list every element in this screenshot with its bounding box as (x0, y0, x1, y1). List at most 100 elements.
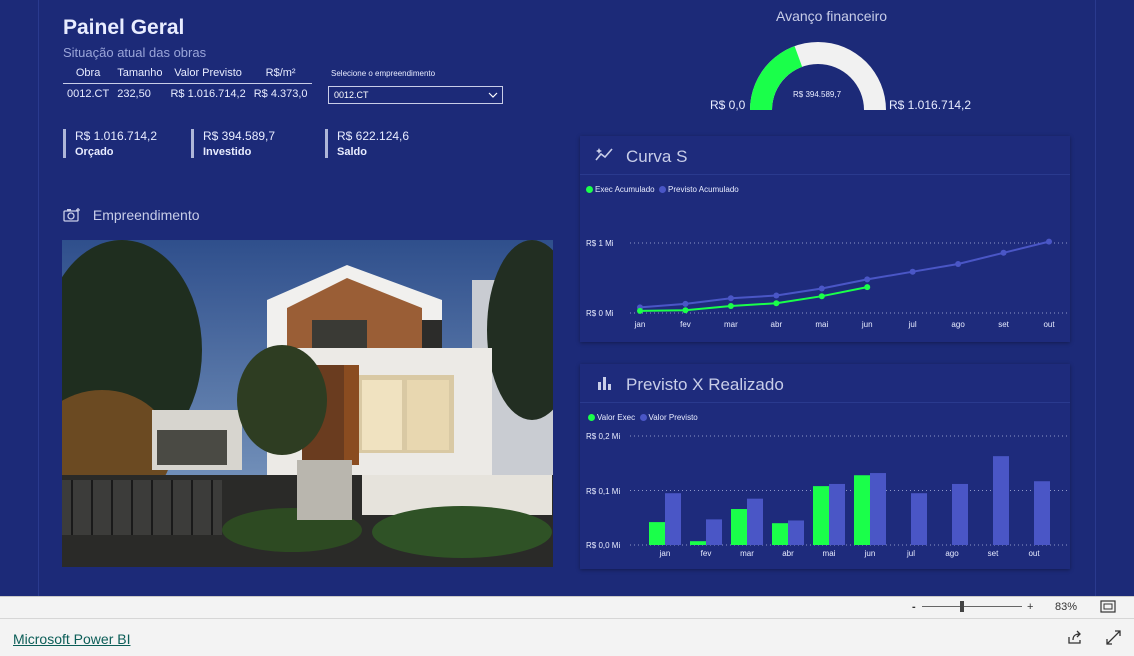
data-point (773, 292, 780, 299)
share-icon[interactable] (1067, 630, 1083, 650)
zoom-slider-handle[interactable] (960, 601, 964, 612)
canvas-left-border (38, 0, 39, 596)
col-header-valor-previsto: Valor Previsto (166, 67, 250, 84)
gauge-max-label: R$ 1.016.714,2 (889, 98, 972, 112)
selector-label: Selecione o empreendimento (331, 69, 436, 78)
gauge-value-label: R$ 394.589,7 (793, 90, 842, 99)
data-point (864, 284, 871, 291)
kpi-investido-label: Investido (203, 146, 252, 158)
bar-valor-previsto (829, 483, 845, 545)
previsto-realizado-card: Previsto X Realizado Valor Exec Valor Pr… (580, 364, 1070, 569)
cell-preco-m2: R$ 4.373,0 (253, 88, 308, 100)
data-point (1046, 238, 1052, 245)
camera-add-icon (63, 207, 93, 223)
kpi-orcado-value: R$ 1.016.714,2 (75, 129, 158, 143)
data-point (682, 300, 689, 307)
data-point (637, 307, 643, 314)
empreendimento-title: Empreendimento (92, 207, 200, 223)
x-tick-label: jan (634, 320, 646, 329)
bar-valor-previsto (911, 493, 927, 545)
kpi-saldo-label: Saldo (337, 146, 367, 158)
obra-info-table: Obra Tamanho Valor Previsto R$/m² 0012.C… (63, 67, 312, 100)
x-tick-label: abr (782, 549, 794, 558)
data-point (727, 303, 734, 309)
zoom-slider-track[interactable] (922, 606, 1022, 607)
y-tick-0mi: R$ 0 Mi (586, 309, 614, 318)
y-tick-1mi: R$ 1 Mi (586, 239, 614, 248)
data-point (818, 293, 825, 300)
col-header-tamanho: Tamanho (113, 67, 167, 84)
kpi-investido-value: R$ 394.589,7 (203, 129, 276, 143)
data-point (818, 285, 825, 292)
gauge-title: Avanço financeiro (776, 8, 888, 24)
empreendimento-header: Empreendimento (63, 207, 200, 223)
cell-obra: 0012.CT (67, 88, 110, 100)
empreendimento-select[interactable]: 0012.CT (328, 86, 503, 104)
data-point (682, 307, 689, 314)
bar-valor-exec (690, 541, 706, 545)
table-row: 0012.CT 232,50 R$ 1.016.714,2 R$ 4.373,0 (63, 84, 312, 100)
fullscreen-icon[interactable] (1106, 630, 1121, 650)
data-point (909, 268, 916, 275)
data-point (1000, 249, 1007, 256)
y-tick-0-2mi: R$ 0,2 Mi (586, 432, 620, 441)
bar-valor-exec (772, 523, 788, 545)
bar-valor-previsto (870, 473, 886, 545)
bar-valor-previsto (952, 483, 968, 545)
bar-valor-exec (649, 522, 665, 545)
house-photo (62, 240, 553, 567)
x-tick-label: fev (680, 320, 691, 329)
x-tick-label: abr (771, 320, 783, 329)
bar-valor-previsto (1034, 481, 1050, 545)
kpi-orcado-label: Orçado (75, 146, 114, 158)
bar-valor-exec (854, 475, 870, 545)
zoom-level: 83% (1055, 601, 1078, 613)
page-subtitle: Situação atual das obras (63, 45, 207, 60)
data-point (955, 261, 962, 267)
select-value: 0012.CT (334, 90, 369, 100)
data-point (727, 295, 734, 302)
bar-valor-exec (731, 509, 747, 545)
bar-valor-previsto (993, 456, 1009, 545)
col-header-obra: Obra (63, 67, 114, 84)
y-tick-0-0mi: R$ 0,0 Mi (586, 541, 620, 550)
zoom-out-button[interactable]: - (912, 601, 916, 613)
bar-valor-previsto (665, 493, 681, 545)
footer-divider (0, 618, 1134, 619)
chevron-down-icon (488, 88, 498, 105)
fit-page-icon[interactable] (1100, 600, 1116, 618)
x-tick-label: ago (951, 320, 965, 329)
x-tick-label: mai (823, 549, 836, 558)
x-tick-label: jul (906, 549, 915, 558)
x-tick-label: out (1043, 320, 1055, 329)
previsto-realizado-chart: R$ 0,2 Mi R$ 0,1 Mi R$ 0,0 Mi jan fev mar a… (586, 432, 1068, 558)
x-tick-label: mai (815, 320, 828, 329)
canvas-right-border (1095, 0, 1096, 596)
x-tick-label: jul (908, 320, 917, 329)
bar-valor-previsto (747, 498, 763, 545)
bar-valor-previsto (706, 519, 722, 545)
financial-progress-gauge (750, 42, 886, 110)
x-tick-label: ago (945, 549, 959, 558)
kpi-saldo: R$ 622.124,6 Saldo (325, 129, 409, 158)
cell-tamanho: 232,50 (117, 88, 151, 100)
col-header-preco-m2: R$/m² (249, 67, 312, 84)
bar-valor-exec (813, 486, 829, 545)
bar-valor-previsto (788, 520, 804, 545)
page-title: Painel Geral (63, 16, 185, 39)
x-tick-label: mar (740, 549, 754, 558)
data-point (864, 276, 871, 283)
x-tick-label: jun (864, 549, 876, 558)
curva-s-chart: R$ 1 Mi R$ 0 Mi jan fev mar abr mai jun jul ago… (586, 238, 1068, 329)
kpi-orcado: R$ 1.016.714,2 Orçado (63, 129, 157, 158)
x-tick-label: jun (861, 320, 873, 329)
kpi-investido: R$ 394.589,7 Investido (191, 129, 275, 158)
zoom-in-button[interactable]: + (1027, 601, 1033, 613)
curva-s-card: Curva S Exec Acumulado Previsto Acumulad… (580, 136, 1070, 342)
powerbi-link[interactable]: Microsoft Power BI (13, 631, 130, 647)
x-tick-label: jan (659, 549, 671, 558)
x-tick-label: set (988, 549, 999, 558)
cell-valor-previsto: R$ 1.016.714,2 (170, 88, 246, 100)
x-tick-label: out (1028, 549, 1040, 558)
x-tick-label: fev (701, 549, 712, 558)
